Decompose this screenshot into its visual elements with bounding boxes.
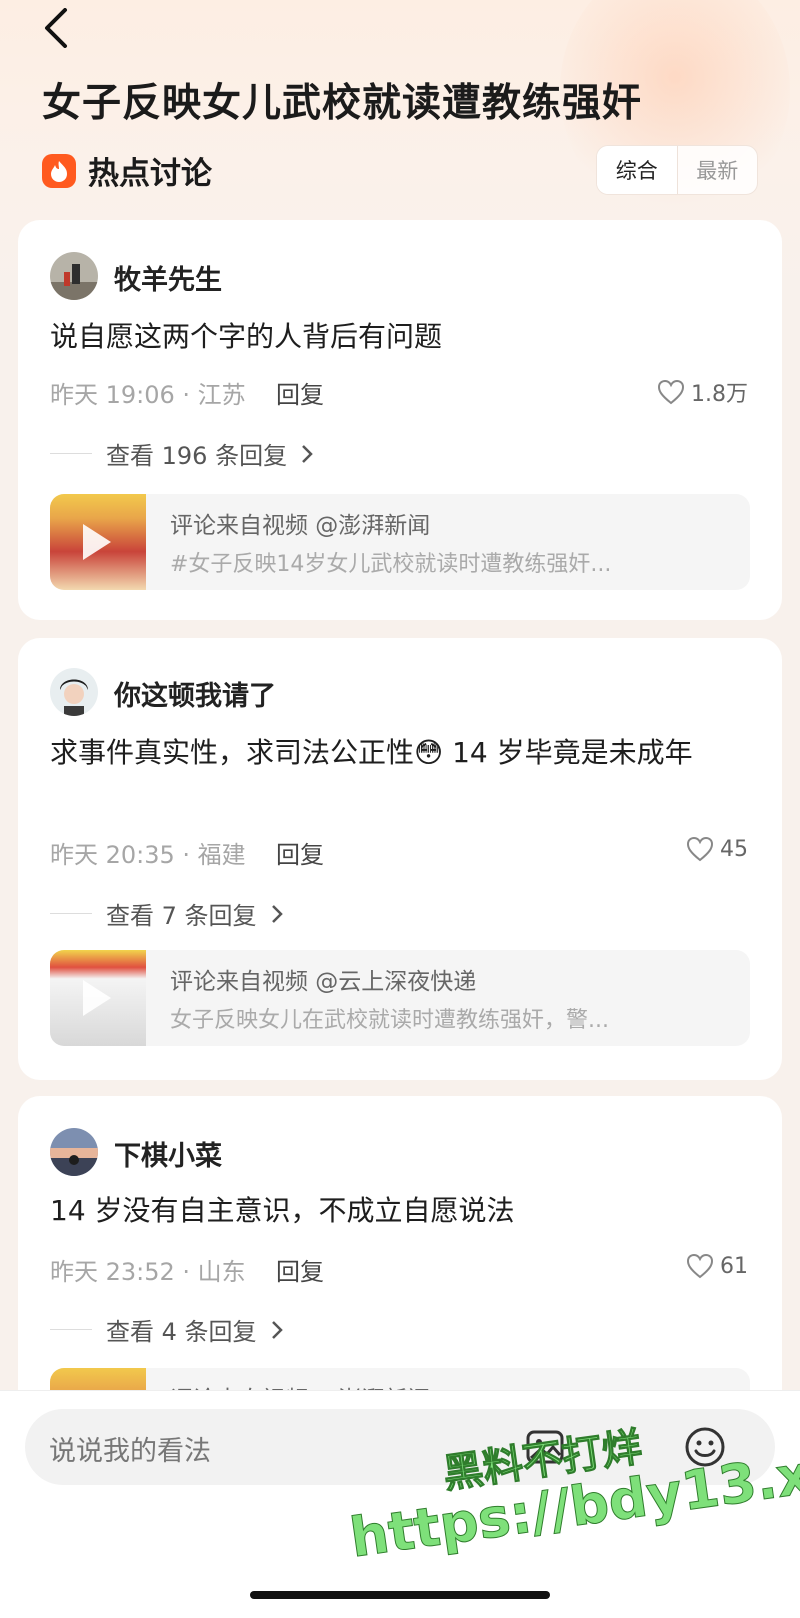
sort-toggle: 综合 最新 [596,145,758,195]
fire-icon [42,153,76,188]
sort-tab-comprehensive[interactable]: 综合 [597,146,678,194]
username[interactable]: 你这顿我请了 [114,674,276,713]
comment-meta: 昨天 20:35 · 福建 [50,841,246,869]
like-count: 61 [720,1253,748,1279]
comment-card: 你这顿我请了 求事件真实性，求司法公正性😳 14 岁毕竟是未成年 昨天 20:3… [18,638,782,1080]
like-button[interactable]: 1.8万 [657,376,748,408]
play-icon [83,980,111,1016]
like-button[interactable]: 45 [686,836,748,862]
username[interactable]: 下棋小菜 [114,1134,222,1173]
source-author: 评论来自视频 @澎湃新闻 [170,513,431,539]
video-thumbnail [50,494,146,590]
comment-meta: 昨天 23:52 · 山东 [50,1258,246,1286]
source-video-title: #女子反映14岁女儿武校就读时遭教练强奸... [170,552,612,577]
chevron-right-icon [271,904,283,923]
video-thumbnail [50,950,146,1046]
view-replies-link[interactable]: 查看 4 条回复 [50,1312,287,1347]
sort-tab-latest[interactable]: 最新 [678,146,758,194]
avatar[interactable] [50,252,98,300]
chevron-right-icon [302,444,313,463]
view-replies-link[interactable]: 查看 7 条回复 [50,896,287,931]
back-button[interactable] [38,6,74,50]
username[interactable]: 牧羊先生 [114,258,222,297]
view-replies-label: 查看 196 条回复 [106,442,288,470]
source-video-card[interactable]: 评论来自视频 @澎湃新闻 #女子反映14岁女儿武校就读时遭教练强奸... [50,494,750,590]
like-button[interactable]: 61 [686,1253,748,1279]
home-indicator [250,1591,550,1599]
source-video-card[interactable]: 评论来自视频 @云上深夜快递 女子反映女儿在武校就读时遭教练强奸，警... [50,950,750,1046]
play-icon [83,524,111,560]
view-replies-link[interactable]: 查看 196 条回复 [50,436,317,471]
reply-button[interactable]: 回复 [276,1252,324,1287]
heart-icon [686,836,714,862]
avatar[interactable] [50,1128,98,1176]
view-replies-label: 查看 4 条回复 [106,1318,257,1346]
reply-button[interactable]: 回复 [276,835,324,870]
divider [50,913,92,914]
comment-text: 说自愿这两个字的人背后有问题 [50,320,443,353]
comment-meta: 昨天 19:06 · 江苏 [50,381,246,409]
divider [50,1329,92,1330]
like-count: 1.8万 [691,382,748,407]
comment-input-placeholder: 说说我的看法 [49,1436,211,1467]
like-count: 45 [720,836,748,862]
comment-card: 牧羊先生 说自愿这两个字的人背后有问题 昨天 19:06 · 江苏 回复 1.8… [18,220,782,620]
source-author: 评论来自视频 @云上深夜快递 [170,969,477,995]
comment-text: 14 岁没有自主意识，不成立自愿说法 [50,1194,515,1227]
section-header: 热点讨论 [42,148,212,193]
heart-icon [686,1253,714,1279]
heart-icon [657,379,685,405]
comment-text: 求事件真实性，求司法公正性😳 14 岁毕竟是未成年 [50,736,693,769]
view-replies-label: 查看 7 条回复 [106,902,257,930]
chevron-left-icon [45,8,67,48]
avatar[interactable] [50,668,98,716]
source-video-title: 女子反映女儿在武校就读时遭教练强奸，警... [170,1008,609,1033]
divider [50,453,92,454]
chevron-right-icon [271,1320,283,1339]
reply-button[interactable]: 回复 [276,375,324,410]
page-title: 女子反映女儿武校就读遭教练强奸 [42,81,643,126]
section-title: 热点讨论 [88,156,212,192]
